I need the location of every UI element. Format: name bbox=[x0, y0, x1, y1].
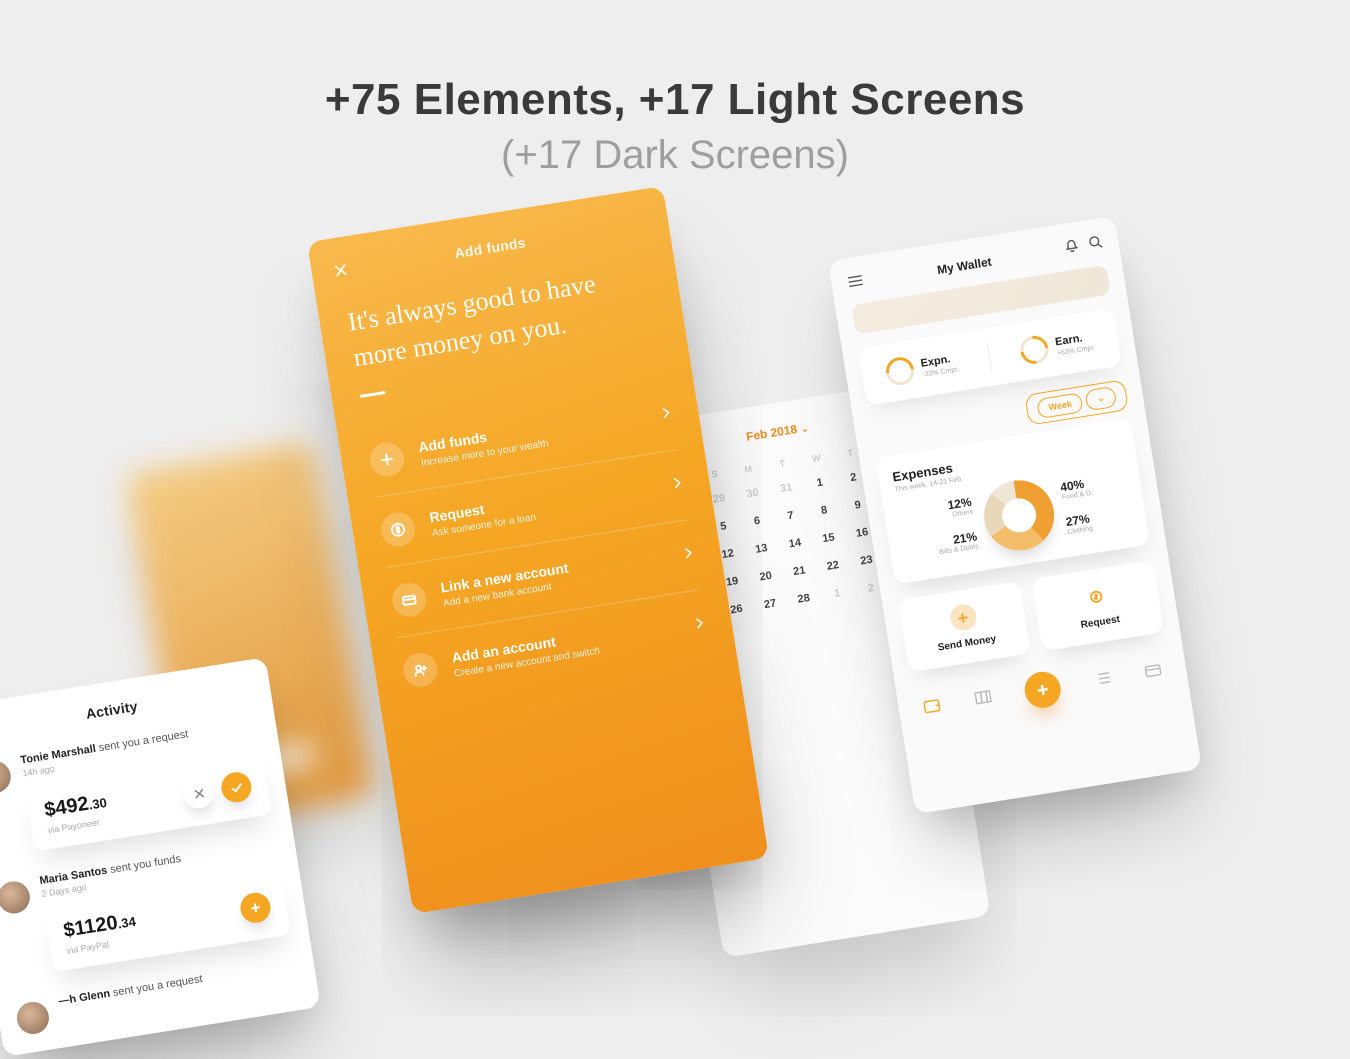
notification-button[interactable] bbox=[1064, 238, 1081, 259]
tab-wallet[interactable] bbox=[921, 695, 942, 721]
calendar-day[interactable]: 27 bbox=[754, 596, 786, 613]
calendar-day[interactable]: 13 bbox=[746, 541, 778, 558]
calendar-day[interactable]: 21 bbox=[784, 563, 816, 580]
send-money-button[interactable]: Send Money bbox=[898, 581, 1031, 672]
menu-button[interactable] bbox=[846, 272, 865, 292]
calendar-day[interactable]: 6 bbox=[741, 513, 773, 530]
avatar bbox=[0, 759, 13, 796]
calendar-day[interactable]: 20 bbox=[750, 568, 782, 585]
legend-item: 40%Food & D. bbox=[1059, 476, 1093, 502]
cards-icon bbox=[972, 687, 993, 708]
wallet-screen: My Wallet Expn. -33% Cmpr. Earn. +63% Cm bbox=[828, 216, 1202, 814]
tab-bank[interactable] bbox=[1143, 660, 1164, 686]
chevron-down-icon: ⌄ bbox=[1085, 386, 1117, 411]
bell-icon bbox=[1064, 238, 1080, 254]
legend-item: 27%Clothing bbox=[1065, 510, 1099, 536]
calendar-day[interactable]: 8 bbox=[808, 502, 840, 519]
calendar-day[interactable]: 28 bbox=[788, 591, 820, 608]
hamburger-icon bbox=[847, 273, 865, 287]
chevron-right-icon bbox=[672, 475, 683, 495]
screen-tagline: It's always good to have more money on y… bbox=[345, 258, 657, 377]
heading-line-1: +75 Elements, +17 Light Screens bbox=[0, 75, 1350, 125]
card-icon bbox=[1143, 660, 1164, 681]
heading-line-2: (+17 Dark Screens) bbox=[0, 133, 1350, 178]
screen-title: My Wallet bbox=[936, 254, 992, 276]
calendar-day[interactable]: 1 bbox=[804, 475, 836, 492]
donut-chart bbox=[979, 475, 1059, 555]
calendar-day[interactable]: 15 bbox=[813, 530, 845, 547]
user-plus-icon bbox=[401, 650, 440, 689]
search-button[interactable] bbox=[1087, 234, 1104, 255]
search-icon bbox=[1087, 234, 1103, 250]
plus-icon bbox=[368, 440, 407, 479]
expense-ring-icon bbox=[880, 352, 919, 391]
chevron-right-icon bbox=[694, 615, 705, 635]
calendar-day[interactable]: 7 bbox=[775, 508, 807, 525]
legend-item: 12%Others bbox=[931, 495, 973, 522]
avatar bbox=[15, 1000, 52, 1037]
dollar-icon bbox=[379, 510, 418, 549]
chevron-right-icon bbox=[661, 405, 672, 425]
period-chip[interactable]: Week⌄ bbox=[1024, 379, 1129, 425]
chevron-down-icon: ⌄ bbox=[800, 423, 809, 434]
earn-ring-icon bbox=[1015, 330, 1054, 369]
add-button[interactable] bbox=[238, 891, 272, 925]
legend-item: 21%Bills & Debts bbox=[937, 529, 979, 556]
activity-screen: Activity Tonie Marshall sent you a reque… bbox=[0, 657, 321, 1057]
chevron-right-icon bbox=[683, 545, 694, 565]
dollar-icon bbox=[1081, 581, 1111, 611]
tab-cards[interactable] bbox=[972, 687, 993, 713]
plus-icon bbox=[1035, 682, 1051, 698]
add-funds-screen: Add funds It's always good to have more … bbox=[307, 186, 769, 914]
tab-list[interactable] bbox=[1092, 668, 1113, 694]
calendar-day[interactable]: 14 bbox=[779, 535, 811, 552]
promo-heading: +75 Elements, +17 Light Screens (+17 Dar… bbox=[0, 75, 1350, 178]
accept-button[interactable] bbox=[219, 770, 253, 804]
fab-add[interactable] bbox=[1022, 669, 1063, 710]
calendar-day[interactable]: 22 bbox=[817, 558, 849, 575]
decline-button[interactable] bbox=[182, 776, 216, 810]
wallet-icon bbox=[921, 695, 942, 716]
card-icon bbox=[390, 580, 429, 619]
request-button[interactable]: Request bbox=[1031, 560, 1164, 651]
plus-icon bbox=[948, 603, 978, 633]
accent-underline bbox=[360, 391, 386, 398]
list-icon bbox=[1092, 668, 1113, 689]
avatar bbox=[0, 879, 32, 916]
